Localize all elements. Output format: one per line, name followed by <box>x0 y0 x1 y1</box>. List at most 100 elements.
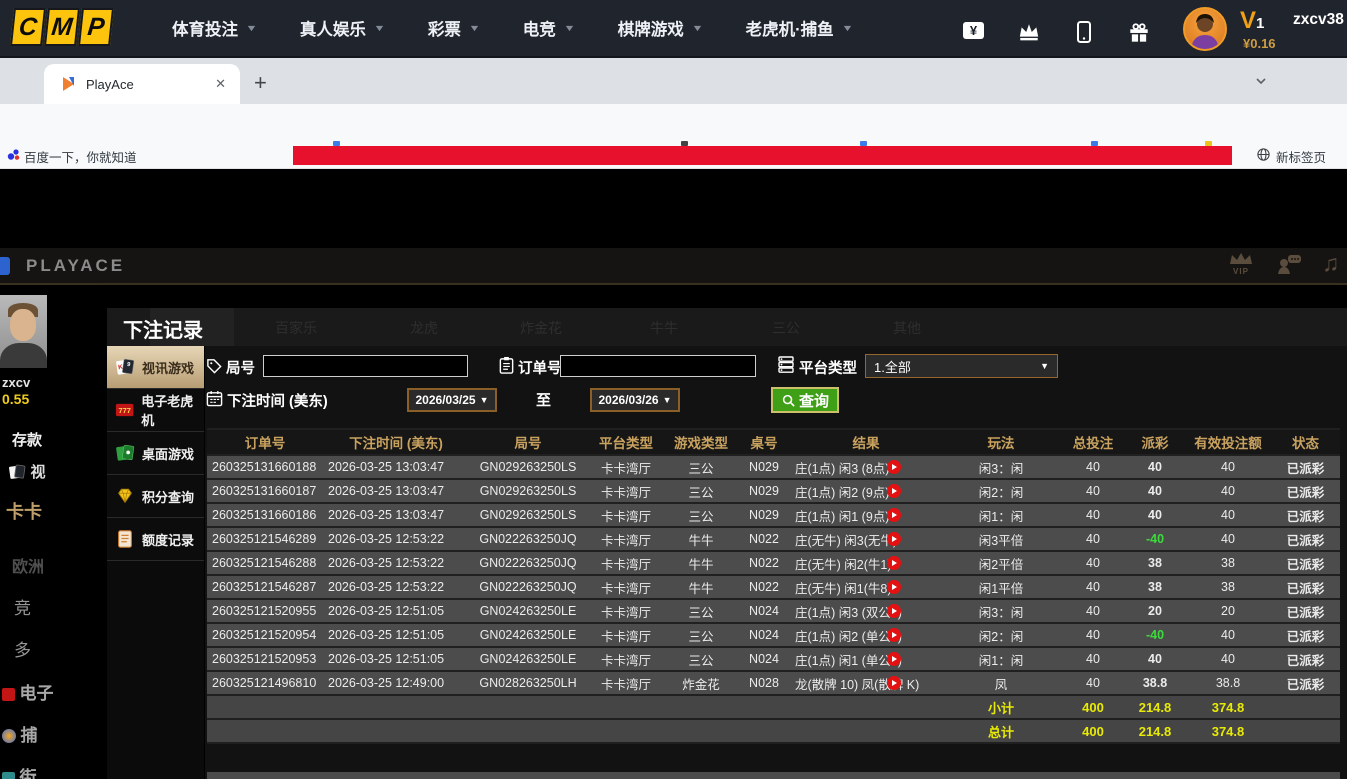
cell-play: 闲2：闲 <box>941 624 1061 646</box>
cell-play: 闲3：闲 <box>941 600 1061 622</box>
round-number-label: 局号 <box>226 357 255 378</box>
sidebar-item-credit-records[interactable]: 额度记录 <box>107 518 204 561</box>
cell-round: GN028263250LH <box>469 672 587 694</box>
play-video-button[interactable] <box>887 676 901 690</box>
sidebar-item-video-games[interactable]: K♥9 视讯游戏 <box>107 346 204 389</box>
mobile-icon[interactable] <box>1077 21 1091 43</box>
browser-tab[interactable]: PlayAce ✕ <box>44 64 240 104</box>
date-from-picker[interactable]: 2026/03/25▼ <box>407 388 497 412</box>
vip-level: V1 <box>1240 7 1264 35</box>
background-europe: 欧洲 <box>12 553 44 577</box>
play-video-button[interactable] <box>887 532 901 546</box>
order-number-input[interactable] <box>560 355 756 377</box>
cell-play: 闲2：闲 <box>941 480 1061 502</box>
cell-status: 已派彩 <box>1271 672 1340 694</box>
cell-game: 炸金花 <box>665 672 737 694</box>
cell-payout: 40 <box>1125 504 1185 526</box>
cell-valid-bet: 38 <box>1185 552 1271 574</box>
ghost-tab: 其他 <box>893 318 921 338</box>
cell-order: 260325121546288 <box>207 552 323 574</box>
subtotal-valid: 374.8 <box>1185 696 1271 718</box>
cell-play: 闲1：闲 <box>941 504 1061 526</box>
slot-777-icon: 777 <box>115 400 134 420</box>
play-video-button[interactable] <box>887 508 901 522</box>
round-number-input[interactable] <box>263 355 468 377</box>
platform-type-label: 平台类型 <box>799 357 857 378</box>
cell-time: 2026-03-25 12:51:05 <box>323 600 469 622</box>
cmp-logo[interactable]: C M P <box>12 8 112 46</box>
col-payout: 派彩 <box>1125 430 1185 454</box>
chevron-down-icon: ▼ <box>468 23 480 33</box>
cell-platform: 卡卡湾厅 <box>587 456 665 478</box>
tab-close-icon[interactable]: ✕ <box>215 76 226 92</box>
chevron-down-icon: ▼ <box>691 23 703 33</box>
customer-service-icon[interactable] <box>1276 254 1302 276</box>
nav-item[interactable]: 棋牌游戏 ▼ <box>618 16 702 40</box>
cell-result: 庄(1点) 闲2 (9点) <box>791 480 941 502</box>
background-username: zxcv <box>2 375 30 390</box>
next-section-partial-strip <box>207 772 1340 779</box>
table-row: 260325121546287 2026-03-25 12:53:22 GN02… <box>207 576 1340 598</box>
platform-type-select[interactable]: 1.全部 ▼ <box>865 354 1058 378</box>
gift-icon[interactable] <box>1128 22 1150 43</box>
calendar-icon <box>206 390 223 407</box>
play-video-button[interactable] <box>887 652 901 666</box>
date-to-picker[interactable]: 2026/03/26▼ <box>590 388 680 412</box>
nav-item[interactable]: 彩票 ▼ <box>428 16 479 40</box>
table-row: 260325121520953 2026-03-25 12:51:05 GN02… <box>207 648 1340 670</box>
playace-favicon <box>60 75 78 93</box>
logo-letter: P <box>78 8 114 46</box>
sidebar-item-label: 视讯游戏 <box>142 358 194 377</box>
table-row: 260325121520955 2026-03-25 12:51:05 GN02… <box>207 600 1340 622</box>
cell-status: 已派彩 <box>1271 504 1340 526</box>
wallet-balance: ¥0.16 <box>1243 36 1276 51</box>
vip-icon[interactable]: VIP <box>1228 251 1254 276</box>
play-video-button[interactable] <box>887 460 901 474</box>
nav-item[interactable]: 真人娱乐 ▼ <box>300 16 384 40</box>
cell-platform: 卡卡湾厅 <box>587 552 665 574</box>
music-icon[interactable]: ♫ <box>1322 250 1339 277</box>
play-video-button[interactable] <box>887 604 901 618</box>
ghost-tab: 三公 <box>772 318 800 338</box>
crown-icon[interactable] <box>1018 22 1040 42</box>
play-video-button[interactable] <box>887 628 901 642</box>
cell-order: 260325121520953 <box>207 648 323 670</box>
new-tab-button[interactable]: + <box>254 70 267 96</box>
chevron-down-icon: ▼ <box>563 23 575 33</box>
bookmark-baidu[interactable]: 百度一下，你就知道 <box>24 147 137 166</box>
background-duo: 多 <box>14 636 31 661</box>
cell-order: 260325131660187 <box>207 480 323 502</box>
sidebar-item-points[interactable]: 积分查询 <box>107 475 204 518</box>
cell-round: GN024263250LE <box>469 648 587 670</box>
cell-payout: 40 <box>1125 480 1185 502</box>
cell-round: GN022263250JQ <box>469 552 587 574</box>
play-video-button[interactable] <box>887 556 901 570</box>
cell-time: 2026-03-25 13:03:47 <box>323 456 469 478</box>
cell-total-bet: 40 <box>1061 504 1125 526</box>
background-balance: 0.55 <box>2 391 29 407</box>
grandtotal-total: 400 <box>1061 720 1125 742</box>
sidebar-item-table-games[interactable]: 桌面游戏 <box>107 432 204 475</box>
col-table: 桌号 <box>737 430 791 454</box>
play-video-button[interactable] <box>887 580 901 594</box>
cell-table: N028 <box>737 672 791 694</box>
play-video-button[interactable] <box>887 484 901 498</box>
transfer-icon[interactable]: ¥ <box>963 22 984 39</box>
nav-item[interactable]: 老虎机·捕鱼 ▼ <box>746 16 852 40</box>
tab-list-chevron-icon[interactable] <box>1254 74 1268 88</box>
screenshot-root: { "topbar": { "logo_letters": ["C","M","… <box>0 0 1347 779</box>
user-avatar[interactable] <box>1183 7 1227 51</box>
cell-table: N022 <box>737 528 791 550</box>
search-button[interactable]: 查询 <box>771 387 839 413</box>
grandtotal-label: 总计 <box>941 720 1061 742</box>
bookmarks-bar: 百度一下，你就知道 新标签页 <box>0 141 1347 169</box>
cell-order: 260325121496810 <box>207 672 323 694</box>
sidebar-item-slots[interactable]: 777 电子老虎机 <box>107 389 204 432</box>
background-kaka: 卡卡 <box>6 498 42 524</box>
cell-result: 庄(1点) 闲1 (单公5) <box>791 648 941 670</box>
cell-order: 260325121546287 <box>207 576 323 598</box>
nav-item[interactable]: 体育投注 ▼ <box>172 16 256 40</box>
nav-item[interactable]: 电竞 ▼ <box>523 16 574 40</box>
grandtotal-valid: 374.8 <box>1185 720 1271 742</box>
bookmark-new-tab[interactable]: 新标签页 <box>1276 147 1326 166</box>
